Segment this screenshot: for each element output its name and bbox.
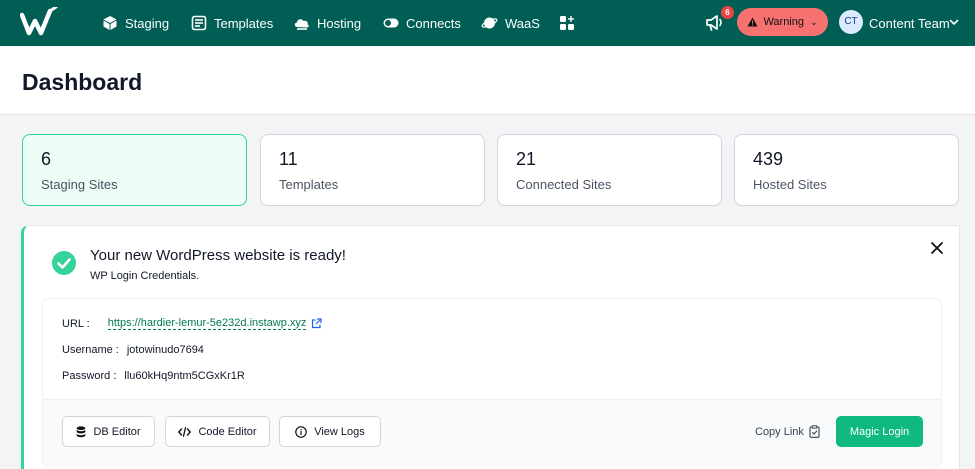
chevron-down-icon[interactable] [949,17,959,27]
site-ready-panel: Your new WordPress website is ready! WP … [21,225,960,469]
stat-label: Hosted Sites [753,177,827,192]
stat-card-templates[interactable]: 11 Templates [260,134,485,206]
action-bar: DB Editor Code Editor View Logs Copy Lin… [43,399,941,468]
nav-item-label: Templates [214,15,274,31]
chevron-down-icon: ⌄ [810,16,818,27]
templates-icon [191,15,207,31]
check-circle-icon [52,251,76,275]
copy-link-button[interactable]: Copy Link [755,416,820,447]
instawp-logo-icon[interactable] [20,7,60,39]
cube-icon [103,16,117,30]
nav-item-label: Hosting [317,15,362,31]
nav-item-templates[interactable]: Templates [191,0,273,46]
code-editor-label: Code Editor [198,425,257,438]
page-title: Dashboard [22,69,143,95]
magic-login-button[interactable]: Magic Login [836,416,923,447]
username-value: jotowinudo7694 [126,344,204,356]
view-logs-label: View Logs [314,425,365,438]
clipboard-icon [809,425,820,438]
apps-plus-icon [560,16,574,30]
nav-item-label: Staging [125,15,170,31]
nav-apps-button[interactable] [559,0,582,46]
db-editor-button[interactable]: DB Editor [62,416,155,447]
stat-card-hosted[interactable]: 439 Hosted Sites [734,134,959,206]
stat-value: 11 [279,149,298,169]
database-icon [77,425,86,437]
username-label: Username : [62,344,119,356]
stat-label: Connected Sites [516,177,612,192]
user-avatar[interactable]: CT [839,10,863,34]
stat-value: 439 [753,149,784,169]
stat-label: Staging Sites [41,177,118,192]
warning-label: Warning [763,16,804,28]
password-label: Password : [62,370,117,382]
view-logs-button[interactable]: View Logs [279,416,381,447]
stat-value: 6 [41,149,52,169]
stat-card-connected[interactable]: 21 Connected Sites [497,134,722,206]
stat-card-staging[interactable]: 6 Staging Sites [22,134,247,206]
db-editor-label: DB Editor [93,425,141,438]
site-url-link[interactable]: https://hardier-lemur-5e232d.instawp.xyz [107,317,307,330]
nav-item-connects[interactable]: Connects [383,0,461,46]
credential-url-row: URL : https://hardier-lemur-5e232d.insta… [62,317,323,330]
warning-dropdown[interactable]: Warning ⌄ [737,8,828,36]
cloud-icon [294,19,309,30]
code-icon [178,426,192,437]
toggle-icon [383,18,399,28]
nav-item-staging[interactable]: Staging [102,0,169,46]
url-label: URL : [62,317,90,330]
stat-value: 21 [516,149,537,169]
nav-item-label: Connects [406,15,461,31]
notification-badge: 6 [721,6,734,19]
warning-icon [747,17,758,27]
stat-label: Templates [279,177,339,192]
info-icon [295,425,308,438]
nav-item-waas[interactable]: WaaS [481,0,540,46]
close-icon[interactable] [930,241,944,255]
nav-item-hosting[interactable]: Hosting [293,0,361,46]
credential-username-row: Username : jotowinudo7694 [62,344,204,356]
page-header: Dashboard [0,46,975,115]
panel-title: Your new WordPress website is ready! [90,247,346,264]
user-menu-name[interactable]: Content Team [869,0,950,46]
external-link-icon[interactable] [311,318,323,329]
top-navbar: Staging Templates Hosting Connects WaaS [0,0,975,46]
nav-item-label: WaaS [505,15,540,31]
copy-link-label: Copy Link [755,425,804,438]
planet-icon [481,17,498,29]
credentials-box: URL : https://hardier-lemur-5e232d.insta… [42,298,942,468]
panel-subtitle: WP Login Credentials. [90,270,200,282]
code-editor-button[interactable]: Code Editor [165,416,270,447]
password-value: llu60kHq9ntm5CGxKr1R [124,370,245,382]
credential-password-row: Password : llu60kHq9ntm5CGxKr1R [62,370,245,382]
